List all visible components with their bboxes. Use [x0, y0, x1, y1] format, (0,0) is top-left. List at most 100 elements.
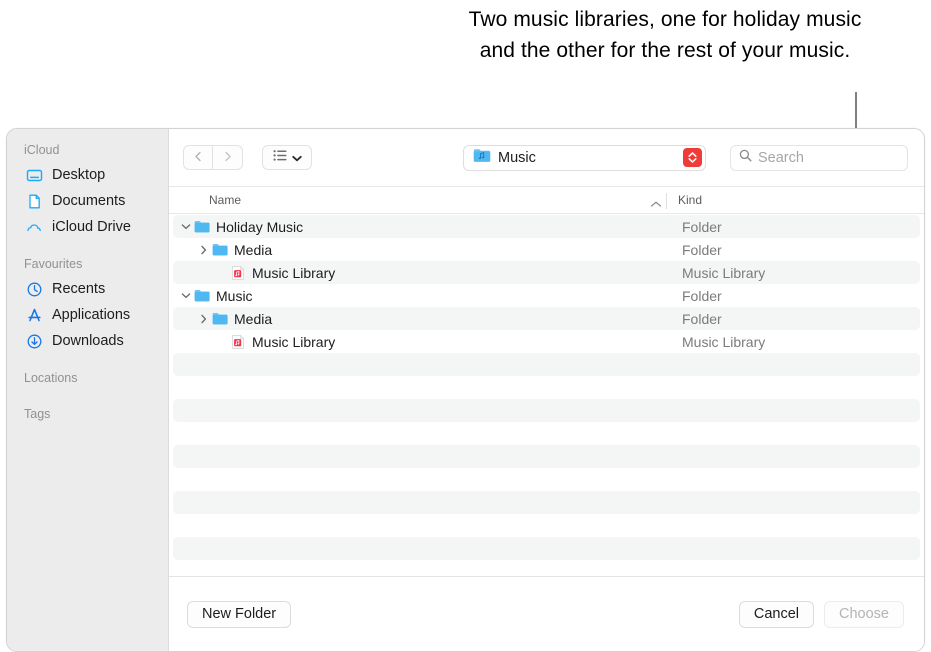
table-row[interactable]: [173, 537, 920, 560]
table-row[interactable]: [173, 445, 920, 468]
location-popup-label: Music: [498, 149, 536, 166]
sidebar-item-applications[interactable]: Applications: [7, 302, 168, 328]
sidebar-group-locations-title: Locations: [24, 371, 78, 385]
file-kind: Folder: [682, 241, 722, 258]
sidebar-item-label: iCloud Drive: [52, 219, 131, 235]
file-list[interactable]: Holiday Music Folder Media Folder Music Libr…: [169, 214, 924, 576]
location-popup-button[interactable]: Music: [463, 144, 706, 171]
sidebar: iCloud Desktop Documents iCloud Drive Fa…: [7, 129, 169, 651]
file-kind: Music Library: [682, 333, 766, 350]
table-row[interactable]: Music Library Music Library: [173, 261, 920, 284]
disclosure-placeholder: [179, 473, 193, 487]
applications-icon: [26, 307, 43, 324]
back-button[interactable]: [183, 145, 213, 170]
music-folder-icon: [473, 148, 491, 168]
chevron-right-icon: [222, 149, 233, 167]
chevron-down-icon[interactable]: [179, 289, 193, 303]
sidebar-item-label: Applications: [52, 307, 131, 323]
choose-button[interactable]: Choose: [824, 600, 904, 628]
navigation-buttons: [183, 145, 243, 170]
file-kind: Music Library: [682, 264, 766, 281]
table-row[interactable]: [173, 491, 920, 514]
view-options-button[interactable]: [262, 145, 312, 170]
disclosure-placeholder: [179, 496, 193, 510]
table-row[interactable]: [173, 422, 920, 445]
file-name: Music Library: [252, 333, 336, 350]
folder-icon: [211, 241, 228, 258]
disclosure-placeholder: [179, 542, 193, 556]
chevron-right-icon[interactable]: [197, 243, 211, 257]
sidebar-item-recents[interactable]: Recents: [7, 276, 168, 302]
disclosure-placeholder: [179, 427, 193, 441]
file-name: Music: [216, 287, 253, 304]
disclosure-placeholder: [179, 519, 193, 533]
disclosure-placeholder: [179, 404, 193, 418]
annotation-text: Two music libraries, one for holiday mus…: [468, 8, 862, 62]
file-name: Media: [234, 310, 273, 327]
document-icon: [26, 193, 43, 210]
file-kind: Folder: [682, 287, 722, 304]
disclosure-placeholder: [215, 335, 229, 349]
desktop-icon: [26, 167, 43, 184]
chevron-up-icon: [650, 196, 662, 214]
cancel-button[interactable]: Cancel: [738, 600, 815, 628]
column-header-row: Name Kind: [169, 186, 924, 214]
footer-bar: New Folder Cancel Choose: [169, 576, 924, 651]
sidebar-item-label: Downloads: [52, 333, 124, 349]
disclosure-placeholder: [179, 381, 193, 395]
table-row[interactable]: [173, 376, 920, 399]
disclosure-placeholder: [179, 450, 193, 464]
table-row[interactable]: Media Folder: [173, 238, 920, 261]
music-library-icon: [229, 333, 246, 350]
table-row[interactable]: Media Folder: [173, 307, 920, 330]
disclosure-placeholder: [215, 266, 229, 280]
cloud-icon: [26, 219, 43, 236]
forward-button[interactable]: [213, 145, 243, 170]
search-icon: [739, 149, 752, 167]
content-area: Music Search Name Kind Holiday Music Fol…: [169, 129, 924, 651]
folder-icon: [193, 287, 210, 304]
chevron-down-icon: [291, 149, 302, 167]
download-icon: [26, 333, 43, 350]
sidebar-item-label: Documents: [52, 193, 126, 209]
list-view-icon: [273, 149, 288, 167]
table-row[interactable]: [173, 399, 920, 422]
sidebar-item-icloud-drive[interactable]: iCloud Drive: [7, 214, 168, 240]
column-divider: [666, 193, 667, 209]
sidebar-item-documents[interactable]: Documents: [7, 188, 168, 214]
table-row[interactable]: [173, 353, 920, 376]
sidebar-item-label: Recents: [52, 281, 106, 297]
search-input-placeholder: Search: [758, 149, 804, 166]
clock-icon: [26, 281, 43, 298]
file-kind: Folder: [682, 218, 722, 235]
folder-icon: [211, 310, 228, 327]
table-row[interactable]: Holiday Music Folder: [173, 215, 920, 238]
file-name: Holiday Music: [216, 218, 304, 235]
table-row[interactable]: Music Library Music Library: [173, 330, 920, 353]
column-header-name[interactable]: Name: [169, 193, 924, 207]
chevron-right-icon[interactable]: [197, 312, 211, 326]
column-header-kind[interactable]: Kind: [678, 193, 702, 207]
sidebar-item-label: Desktop: [52, 167, 106, 183]
new-folder-button[interactable]: New Folder: [187, 600, 292, 628]
sidebar-item-desktop[interactable]: Desktop: [7, 162, 168, 188]
file-chooser-window: iCloud Desktop Documents iCloud Drive Fa…: [6, 128, 925, 652]
table-row[interactable]: [173, 468, 920, 491]
file-name: Media: [234, 241, 273, 258]
music-library-icon: [229, 264, 246, 281]
sidebar-item-downloads[interactable]: Downloads: [7, 328, 168, 354]
file-kind: Folder: [682, 310, 722, 327]
up-down-chevrons-icon: [683, 148, 702, 167]
sidebar-group-icloud-title: iCloud: [24, 143, 60, 157]
chevron-left-icon: [193, 149, 204, 167]
table-row[interactable]: [173, 514, 920, 537]
chevron-down-icon[interactable]: [179, 220, 193, 234]
sidebar-group-favourites-title: Favourites: [24, 257, 83, 271]
folder-icon: [193, 218, 210, 235]
file-name: Music Library: [252, 264, 336, 281]
table-row[interactable]: Music Folder: [173, 284, 920, 307]
search-field[interactable]: Search: [730, 144, 908, 171]
